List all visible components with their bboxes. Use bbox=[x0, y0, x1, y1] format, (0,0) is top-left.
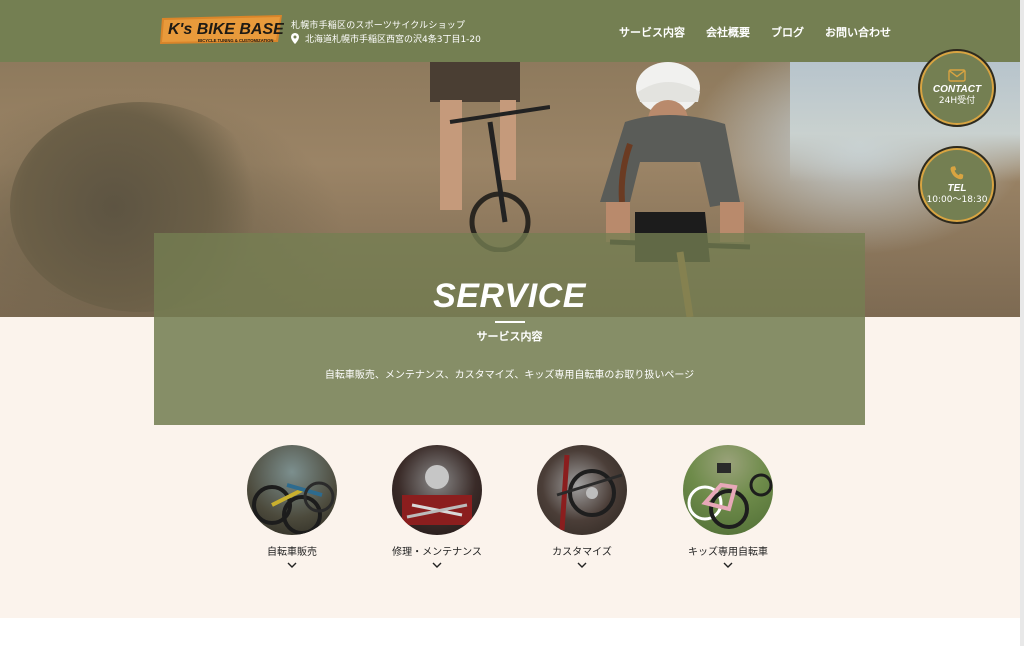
chevron-down-icon[interactable] bbox=[432, 562, 442, 568]
footer-gap bbox=[0, 618, 1020, 646]
nav-item-blog[interactable]: ブログ bbox=[771, 24, 804, 40]
category-kids-bike[interactable]: キッズ専用自転車 bbox=[673, 445, 783, 568]
nav-item-contact[interactable]: お問い合わせ bbox=[825, 24, 891, 40]
category-label: 修理・メンテナンス bbox=[392, 547, 482, 558]
site-header: K's BIKE BASE BICYCLE TUNING & CUSTOMIZA… bbox=[0, 0, 1020, 62]
chevron-down-icon[interactable] bbox=[287, 562, 297, 568]
page-description: 自転車販売、メンテナンス、カスタマイズ、キッズ専用自転車のお取り扱いページ bbox=[324, 370, 695, 381]
map-pin-icon bbox=[291, 33, 299, 44]
bike-sales-image[interactable] bbox=[247, 445, 337, 535]
shop-description: 札幌市手稲区のスポーツサイクルショップ bbox=[291, 21, 466, 31]
envelope-icon bbox=[948, 69, 966, 82]
title-divider bbox=[495, 321, 525, 323]
tel-label: TEL bbox=[947, 182, 967, 194]
shop-address: 北海道札幌市手稲区西宮の沢4条3丁目1-20 bbox=[291, 32, 481, 45]
address-text: 北海道札幌市手稲区西宮の沢4条3丁目1-20 bbox=[305, 35, 481, 45]
kids-bike-image[interactable] bbox=[683, 445, 773, 535]
customize-image[interactable] bbox=[537, 445, 627, 535]
scrollbar[interactable] bbox=[1020, 0, 1024, 646]
nav-item-company[interactable]: 会社概要 bbox=[706, 24, 750, 40]
contact-button[interactable]: CONTACT 24H受付 bbox=[918, 49, 996, 127]
category-label: キッズ専用自転車 bbox=[688, 547, 768, 558]
chevron-down-icon[interactable] bbox=[723, 562, 733, 568]
tel-button[interactable]: TEL 10:00〜18:30 bbox=[918, 146, 996, 224]
page-subtitle: サービス内容 bbox=[476, 330, 543, 343]
category-customize[interactable]: カスタマイズ bbox=[527, 445, 637, 568]
site-logo[interactable]: K's BIKE BASE BICYCLE TUNING & CUSTOMIZA… bbox=[158, 12, 284, 50]
category-label: 自転車販売 bbox=[267, 547, 317, 558]
logo-text: K's BIKE BASE bbox=[168, 21, 284, 38]
repair-image[interactable] bbox=[392, 445, 482, 535]
background-rider-figure bbox=[430, 62, 550, 252]
page-title: SERVICE bbox=[433, 277, 586, 315]
category-bike-sales[interactable]: 自転車販売 bbox=[237, 445, 347, 568]
nav-item-service[interactable]: サービス内容 bbox=[619, 24, 685, 40]
category-label: カスタマイズ bbox=[552, 547, 612, 558]
contact-label: CONTACT bbox=[932, 84, 982, 95]
contact-sub: 24H受付 bbox=[938, 96, 976, 106]
phone-icon bbox=[950, 165, 964, 179]
chevron-down-icon[interactable] bbox=[577, 562, 587, 568]
category-repair-maintenance[interactable]: 修理・メンテナンス bbox=[382, 445, 492, 568]
main-nav: サービス内容 会社概要 ブログ お問い合わせ bbox=[619, 24, 891, 40]
logo-tagline: BICYCLE TUNING & CUSTOMIZATION bbox=[198, 38, 273, 43]
tel-hours: 10:00〜18:30 bbox=[926, 194, 988, 205]
